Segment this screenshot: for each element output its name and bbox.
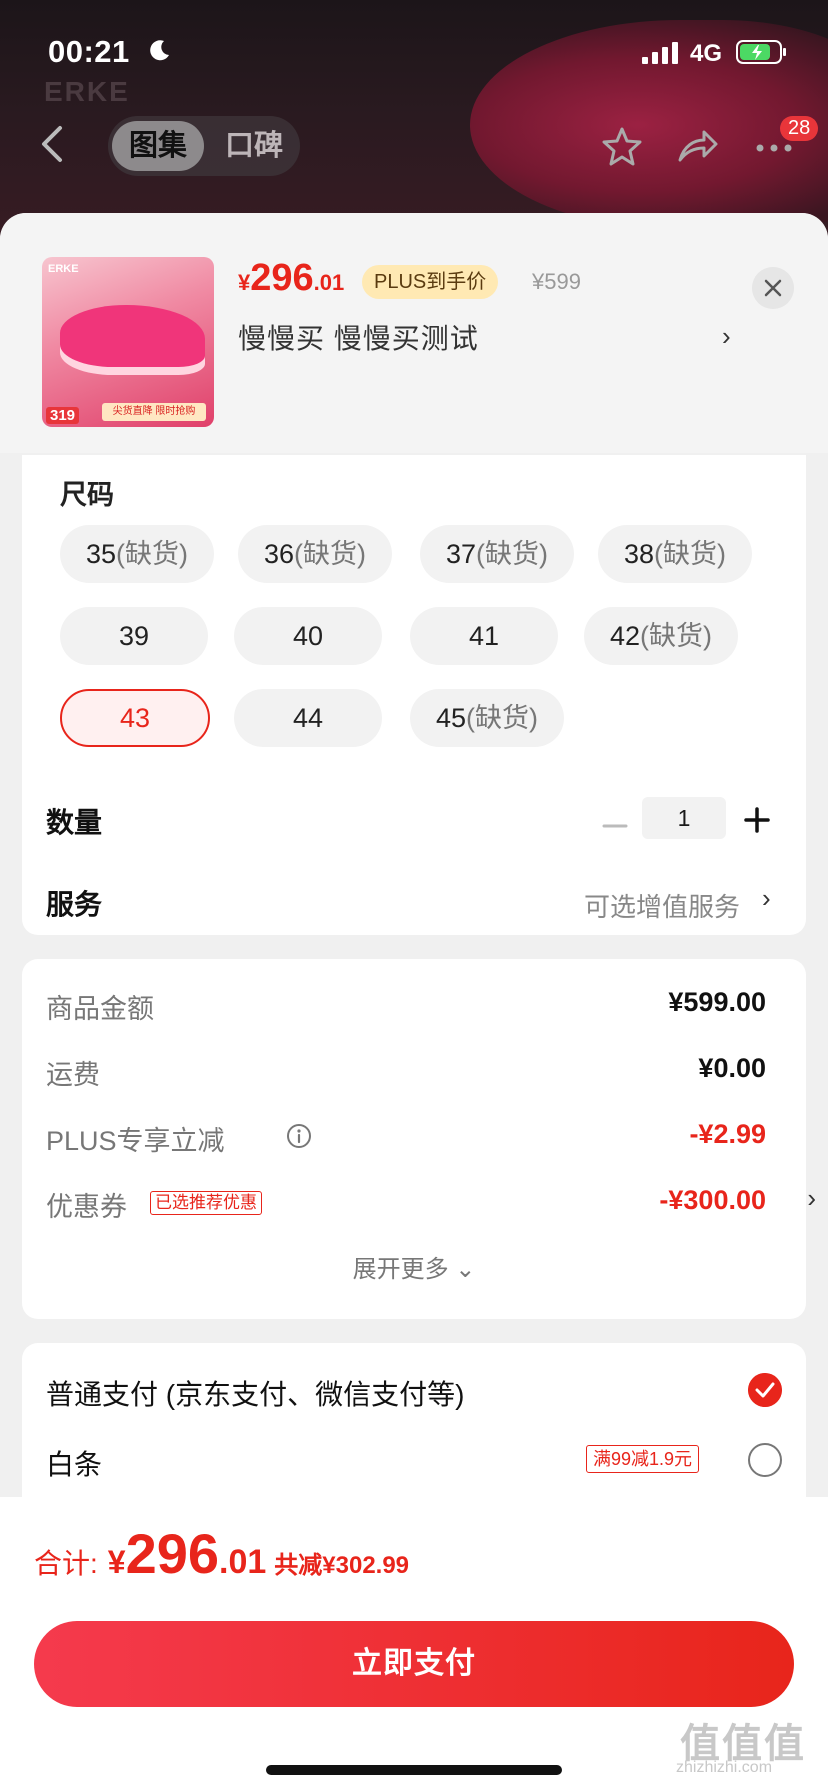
pay-now-button[interactable]: 立即支付 [34,1621,794,1707]
quantity-input[interactable]: 1 [642,797,726,839]
size-value: 42 [609,621,641,651]
size-value: 37 [445,539,477,569]
network-type: 4G [690,40,723,67]
amount-label: 运费 [46,1060,100,1090]
size-value: 36 [263,539,295,569]
radio-unchecked-icon[interactable] [748,1443,782,1477]
amount-value: -¥300.00 [659,1185,766,1215]
checkmark-icon[interactable] [748,1373,782,1407]
price-integer: 296 [250,257,314,299]
amount-row-coupon[interactable]: 优惠券 已选推荐优惠 -¥300.00 › [46,1183,816,1225]
moon-icon [150,40,169,61]
amount-breakdown-card: 商品金额 ¥599.00 运费 ¥0.00 PLUS专享立减 -¥2.99 优惠… [22,959,816,1319]
home-indicator[interactable] [266,1765,562,1775]
size-value: 35 [85,539,117,569]
size-card: 尺码 35(缺货) 36(缺货) 37(缺货) 38(缺货) 39 40 41 … [22,455,806,935]
size-option[interactable]: 38(缺货) [598,525,752,583]
service-value[interactable]: 可选增值服务 [584,887,740,924]
coupon-tag: 已选推荐优惠 [150,1191,262,1215]
total-label: 合计: [34,1548,98,1579]
amount-label: 优惠券 [46,1192,127,1222]
status-bar: 00:21 4G [0,0,828,100]
out-of-stock-label: (缺货) [654,539,727,569]
size-option[interactable]: 37(缺货) [420,525,574,583]
product-thumbnail[interactable]: ERKE 319 尖货直降 限时抢购 [42,257,214,427]
chevron-right-icon[interactable]: › [722,321,731,352]
thumbnail-banner: 尖货直降 限时抢购 [102,403,206,421]
tab-reviews[interactable]: 口碑 [212,116,296,176]
tab-gallery[interactable]: 图集 [112,121,204,171]
size-value: 39 [118,621,150,651]
thumbnail-shoe [60,305,205,367]
payment-option-baitiao[interactable]: 白条 [46,1443,102,1483]
chevron-down-icon: ⌄ [455,1256,476,1283]
plus-price: ¥ 296 .01 [238,257,344,307]
share-icon[interactable] [676,126,720,166]
amount-label: PLUS专享立减 [46,1126,225,1156]
expand-more-label: 展开更多 [352,1256,449,1283]
thumbnail-brand: ERKE [48,263,79,275]
size-option-selected[interactable]: 43 [60,689,210,747]
chevron-right-icon[interactable]: › [807,1183,816,1214]
total-integer: 296 [125,1522,220,1585]
status-time: 00:21 [48,34,130,69]
size-option[interactable]: 42(缺货) [584,607,738,665]
total-decimal: .01 [219,1543,267,1581]
signal-icon [642,42,678,64]
baitiao-promo-tag: 满99减1.9元 [586,1445,700,1473]
battery-icon [736,40,786,64]
order-total: 合计: ¥ 296 .01 共减¥302.99 [34,1521,409,1586]
checkout-bar: 合计: ¥ 296 .01 共减¥302.99 立即支付 值值值 zhizhiz… [0,1497,828,1792]
amount-value: ¥599.00 [668,987,766,1017]
size-value: 43 [119,703,151,733]
original-price: ¥599 [532,269,581,294]
star-icon[interactable] [600,126,644,166]
price-currency: ¥ [238,270,251,295]
size-value: 45 [435,703,467,733]
plus-price-tag: PLUS到手价 [362,265,499,299]
size-title: 尺码 [60,480,114,510]
out-of-stock-label: (缺货) [294,539,367,569]
total-savings: 共减¥302.99 [274,1552,410,1579]
watermark-url: zhizhizhi.com [676,1759,773,1776]
size-value: 41 [468,621,500,651]
product-summary: ERKE 319 尖货直降 限时抢购 ¥ 296 .01 PLUS到手价 ¥59… [0,213,828,453]
total-currency: ¥ [107,1544,126,1580]
out-of-stock-label: (缺货) [476,539,549,569]
size-value: 40 [292,621,324,651]
amount-value: ¥0.00 [698,1053,766,1083]
out-of-stock-label: (缺货) [116,539,189,569]
back-arrow-icon[interactable] [38,124,66,164]
service-label: 服务 [46,889,103,920]
info-icon[interactable] [286,1123,312,1149]
amount-row-plus-discount: PLUS专享立减 -¥2.99 [46,1119,766,1159]
thumbnail-price: 319 [46,407,80,424]
close-icon[interactable] [752,267,794,309]
minus-icon[interactable] [600,811,630,841]
price-decimal: .01 [313,270,345,295]
size-option[interactable]: 39 [60,607,208,665]
plus-icon[interactable] [742,805,772,835]
expand-more-button[interactable]: 展开更多 ⌄ [22,1249,806,1284]
chevron-right-icon[interactable]: › [762,883,771,914]
payment-option-normal[interactable]: 普通支付 (京东支付、微信支付等) [46,1373,464,1413]
amount-value: -¥2.99 [689,1119,766,1149]
size-value: 38 [623,539,655,569]
size-option[interactable]: 44 [234,689,382,747]
size-value: 44 [292,703,324,733]
size-option[interactable]: 35(缺货) [60,525,214,583]
more-badge: 28 [780,116,819,141]
size-option[interactable]: 36(缺货) [238,525,392,583]
size-option[interactable]: 45(缺货) [410,689,564,747]
amount-row-goods: 商品金额 ¥599.00 [46,987,766,1027]
size-option[interactable]: 40 [234,607,382,665]
amount-row-shipping: 运费 ¥0.00 [46,1053,766,1093]
out-of-stock-label: (缺货) [640,621,713,651]
selected-variant[interactable]: 慢慢买 慢慢买测试 [238,317,479,357]
quantity-label: 数量 [46,807,103,838]
amount-label: 商品金额 [46,994,154,1024]
size-option[interactable]: 41 [410,607,558,665]
out-of-stock-label: (缺货) [466,703,539,733]
gallery-tab-group: 图集 口碑 [108,116,300,176]
